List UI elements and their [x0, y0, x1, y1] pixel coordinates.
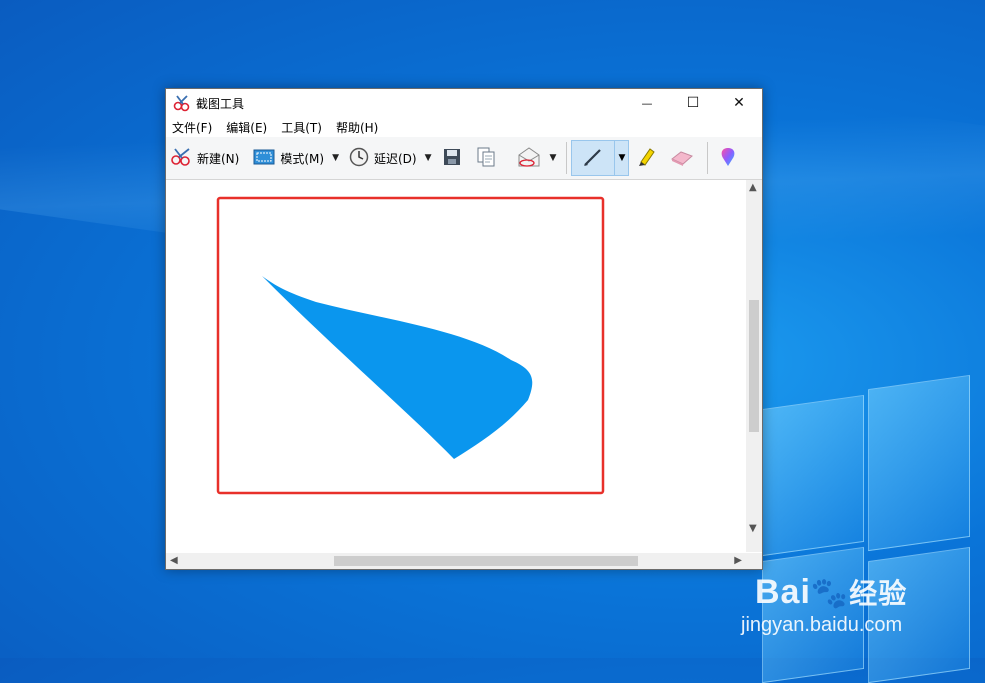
paw-logo-icon: 🐾: [810, 577, 850, 610]
email-envelope-icon: [516, 146, 542, 171]
delay-label: 延迟(D): [373, 151, 417, 166]
pen-dropdown-button[interactable]: ▼: [614, 140, 630, 176]
pen-icon: [582, 147, 604, 170]
maximize-button[interactable]: ☐: [670, 89, 716, 117]
scrollbar-corner: [746, 553, 762, 569]
paint-3d-button[interactable]: [714, 142, 742, 174]
minimize-icon: —: [641, 96, 653, 110]
drawn-blue-shape: [262, 276, 533, 459]
close-button[interactable]: ✕: [716, 89, 762, 117]
send-snip-button[interactable]: [512, 142, 546, 174]
new-snip-scissors-icon: [170, 147, 194, 170]
title-bar[interactable]: 截图工具 — ☐ ✕: [166, 89, 762, 117]
eraser-icon: [669, 147, 695, 170]
scroll-left-icon[interactable]: ◀: [170, 555, 178, 566]
new-snip-label: 新建(N): [197, 151, 240, 166]
watermark-brand: Bai🐾经验: [755, 573, 908, 611]
pen-dropdown-chevron-icon: ▼: [618, 153, 626, 163]
horizontal-scrollbar[interactable]: ◀ ▶: [166, 553, 746, 569]
toolbar: 新建(N) 模式(M) ▼ 延迟(D) ▼ ▼ ▼: [166, 137, 762, 180]
mode-button[interactable]: 模式(M): [249, 142, 328, 174]
mode-dropdown-chevron-icon[interactable]: ▼: [332, 153, 339, 163]
toolbar-separator-2: [707, 142, 709, 174]
scroll-down-icon[interactable]: ▼: [749, 523, 757, 534]
menu-edit[interactable]: 编辑(E): [226, 119, 267, 136]
maximize-icon: ☐: [686, 95, 700, 111]
close-icon: ✕: [733, 95, 745, 111]
menu-bar: 文件(F) 编辑(E) 工具(T) 帮助(H): [166, 117, 762, 137]
horizontal-scroll-thumb[interactable]: [334, 556, 638, 566]
scissors-icon: [173, 94, 191, 112]
minimize-button[interactable]: —: [624, 89, 670, 117]
vertical-scrollbar[interactable]: ▲ ▼: [746, 180, 762, 552]
watermark-url: jingyan.baidu.com: [741, 614, 903, 636]
highlighter-icon: [635, 146, 657, 171]
menu-help[interactable]: 帮助(H): [336, 119, 378, 136]
menu-tools[interactable]: 工具(T): [281, 119, 322, 136]
copy-icon: [476, 146, 496, 171]
delay-dropdown-chevron-icon[interactable]: ▼: [425, 153, 432, 163]
copy-button[interactable]: [472, 142, 500, 174]
mode-label: 模式(M): [280, 151, 325, 166]
window-title: 截图工具: [196, 96, 245, 111]
highlighter-button[interactable]: [631, 142, 661, 174]
eraser-button[interactable]: [665, 142, 699, 174]
save-button[interactable]: [438, 142, 466, 174]
scroll-up-icon[interactable]: ▲: [749, 182, 757, 193]
toolbar-separator: [566, 142, 568, 174]
paint-3d-icon: [718, 146, 738, 171]
delay-button[interactable]: 延迟(D): [345, 142, 421, 174]
save-disk-icon: [442, 147, 462, 170]
snip-canvas[interactable]: [166, 180, 746, 552]
baidu-jingyan-watermark: Bai🐾经验 jingyan.baidu.com: [741, 572, 975, 652]
clock-icon: [349, 147, 369, 170]
send-dropdown-chevron-icon[interactable]: ▼: [550, 153, 557, 163]
pen-tool-button[interactable]: [571, 140, 616, 176]
scroll-right-icon[interactable]: ▶: [734, 555, 742, 566]
snip-image: [216, 196, 605, 495]
vertical-scroll-thumb[interactable]: [749, 300, 759, 432]
mode-screen-icon: [253, 149, 275, 168]
menu-file[interactable]: 文件(F): [172, 119, 212, 136]
snipping-tool-window: 截图工具 — ☐ ✕ 文件(F) 编辑(E) 工具(T) 帮助(H) 新建(N): [165, 88, 763, 570]
new-snip-button[interactable]: 新建(N): [166, 142, 243, 174]
